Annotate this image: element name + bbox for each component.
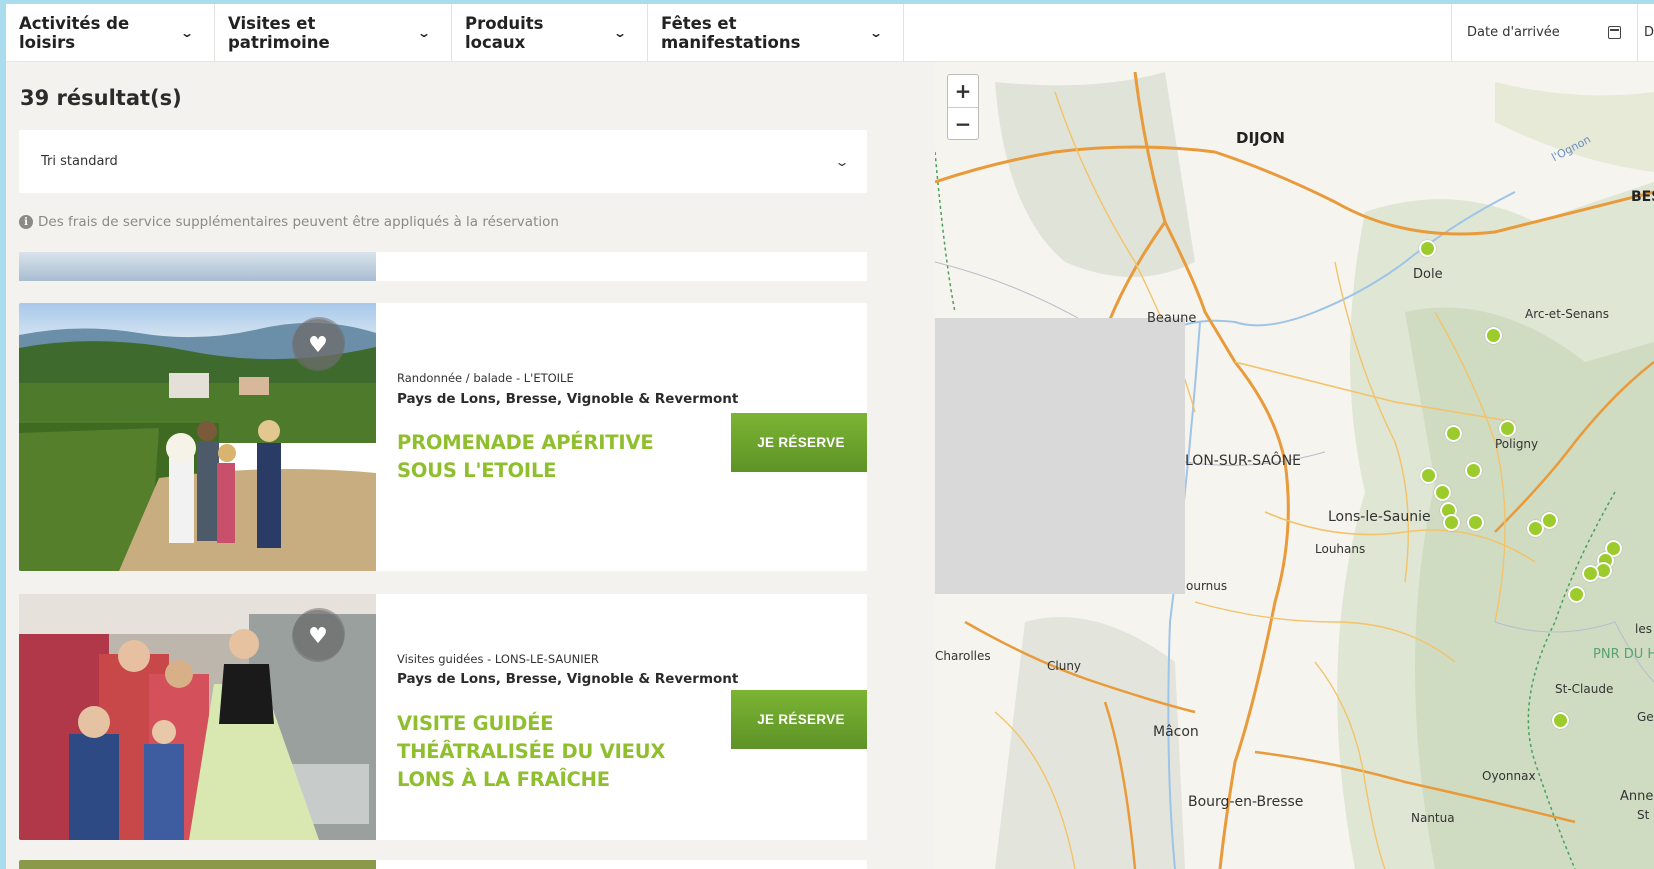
chevron-down-icon: ⌄ — [834, 154, 850, 169]
filter-bar: Activités de loisirs ⌄ Visites et patrim… — [6, 4, 1654, 62]
result-card-partial[interactable] — [19, 252, 867, 281]
map-marker[interactable] — [1568, 586, 1585, 603]
map-label-beaune: Beaune — [1147, 311, 1197, 326]
map-marker[interactable] — [1552, 712, 1569, 729]
favorite-heart-icon[interactable]: ♥ — [292, 610, 344, 662]
filter-bar-spacer — [904, 4, 1452, 61]
card-photo: ♥ — [19, 303, 376, 571]
map-marker[interactable] — [1467, 514, 1484, 531]
map-label-dole: Dole — [1413, 267, 1443, 282]
departure-date-field[interactable]: Da — [1638, 4, 1654, 61]
map-label-besancon: BES — [1631, 189, 1654, 205]
chevron-down-icon: ⌄ — [179, 25, 195, 40]
map-marker[interactable] — [1420, 467, 1437, 484]
sort-value: Tri standard — [41, 154, 118, 169]
map-label-gex: Gex — [1637, 710, 1654, 724]
map-label-macon: Mâcon — [1153, 724, 1199, 740]
notice-text: Des frais de service supplémentaires peu… — [38, 214, 559, 230]
map-label-oyonnax: Oyonnax — [1482, 769, 1536, 783]
results-count: 39 résultat(s) — [20, 86, 182, 110]
favorite-heart-icon[interactable]: ♥ — [292, 319, 344, 371]
map-label-cluny: Cluny — [1047, 659, 1082, 673]
card-category: Visites guidées - LONS-LE-SAUNIER — [397, 652, 599, 666]
filter-label: Produits locaux — [465, 13, 544, 52]
chevron-down-icon: ⌄ — [416, 25, 432, 40]
map-label-arc-et-senans: Arc-et-Senans — [1525, 307, 1610, 321]
map-label-st-claude: St-Claude — [1555, 682, 1614, 696]
card-title[interactable]: PROMENADE APÉRITIVE SOUS L'ETOILE — [397, 429, 707, 485]
map-missing-tile — [935, 318, 1185, 594]
book-button[interactable]: JE RÉSERVE — [731, 690, 867, 749]
map-label-lons: Lons-le-Saunie — [1328, 509, 1431, 525]
filter-label: Visites et patrimoine — [228, 13, 330, 52]
zoom-controls: + − — [947, 74, 979, 140]
zoom-out-button[interactable]: − — [948, 107, 978, 139]
card-photo — [19, 860, 376, 869]
result-card[interactable]: ♥ Visites guidées - LONS-LE-SAUNIER Pays… — [19, 594, 867, 840]
map-marker[interactable] — [1434, 484, 1451, 501]
filter-fetes-manifestations[interactable]: Fêtes et manifestations ⌄ — [648, 4, 904, 61]
card-title[interactable]: VISITE GUIDÉE THÉÂTRALISÉE DU VIEUX LONS… — [397, 710, 707, 794]
zoom-in-button[interactable]: + — [948, 75, 978, 107]
card-region: Pays de Lons, Bresse, Vignoble & Revermo… — [397, 671, 739, 687]
arrival-date-field[interactable]: Date d'arrivée — [1452, 4, 1638, 61]
filter-label: Activités de loisirs — [19, 13, 130, 52]
map-label-st: St — [1637, 808, 1650, 822]
result-card-partial[interactable] — [19, 860, 867, 869]
map-marker[interactable] — [1499, 420, 1516, 437]
map-label-nantua: Nantua — [1411, 811, 1455, 825]
map-marker[interactable] — [1419, 240, 1436, 257]
service-fee-notice: i Des frais de service supplémentaires p… — [19, 214, 559, 230]
filter-visites-patrimoine[interactable]: Visites et patrimoine ⌄ — [215, 4, 452, 61]
result-card[interactable]: ♥ Randonnée / balade - L'ETOILE Pays de … — [19, 303, 867, 571]
map-marker[interactable] — [1541, 512, 1558, 529]
map-marker[interactable] — [1485, 327, 1502, 344]
map-marker[interactable] — [1465, 462, 1482, 479]
map-label-annecy: Anne — [1620, 789, 1654, 804]
map-label-charolles: Charolles — [935, 649, 991, 663]
map-label-chalon: LON-SUR-SAÔNE — [1185, 453, 1302, 469]
map-label-pnr: PNR DU H — [1593, 647, 1654, 662]
card-region: Pays de Lons, Bresse, Vignoble & Revermo… — [397, 391, 739, 407]
departure-date-placeholder: Da — [1644, 25, 1654, 40]
arrival-date-placeholder: Date d'arrivée — [1467, 25, 1560, 40]
chevron-down-icon: ⌄ — [612, 25, 628, 40]
filter-produits-locaux[interactable]: Produits locaux ⌄ — [452, 4, 648, 61]
filter-activites-loisirs[interactable]: Activités de loisirs ⌄ — [6, 4, 215, 61]
sort-select[interactable]: Tri standard ⌄ — [19, 130, 867, 193]
page: Activités de loisirs ⌄ Visites et patrim… — [6, 4, 1654, 869]
results-map[interactable]: + − DIJON Dole Beaune Arc-et-Senans Poli… — [935, 62, 1654, 869]
map-label-dijon: DIJON — [1236, 129, 1285, 147]
map-label-les: les — [1635, 622, 1652, 636]
map-marker[interactable] — [1445, 425, 1462, 442]
filter-label: Fêtes et manifestations — [661, 13, 801, 52]
map-label-poligny: Poligny — [1495, 437, 1539, 451]
card-photo: ♥ — [19, 594, 376, 840]
map-marker[interactable] — [1582, 565, 1599, 582]
info-icon: i — [19, 215, 33, 229]
card-photo — [19, 252, 376, 281]
map-marker[interactable] — [1443, 514, 1460, 531]
book-button[interactable]: JE RÉSERVE — [731, 413, 867, 472]
map-label-louhans: Louhans — [1315, 542, 1366, 556]
map-label-tournus: ournus — [1186, 579, 1228, 593]
map-label-bourg-en-bresse: Bourg-en-Bresse — [1188, 794, 1304, 810]
card-category: Randonnée / balade - L'ETOILE — [397, 371, 574, 385]
calendar-icon — [1608, 26, 1621, 39]
chevron-down-icon: ⌄ — [868, 25, 884, 40]
